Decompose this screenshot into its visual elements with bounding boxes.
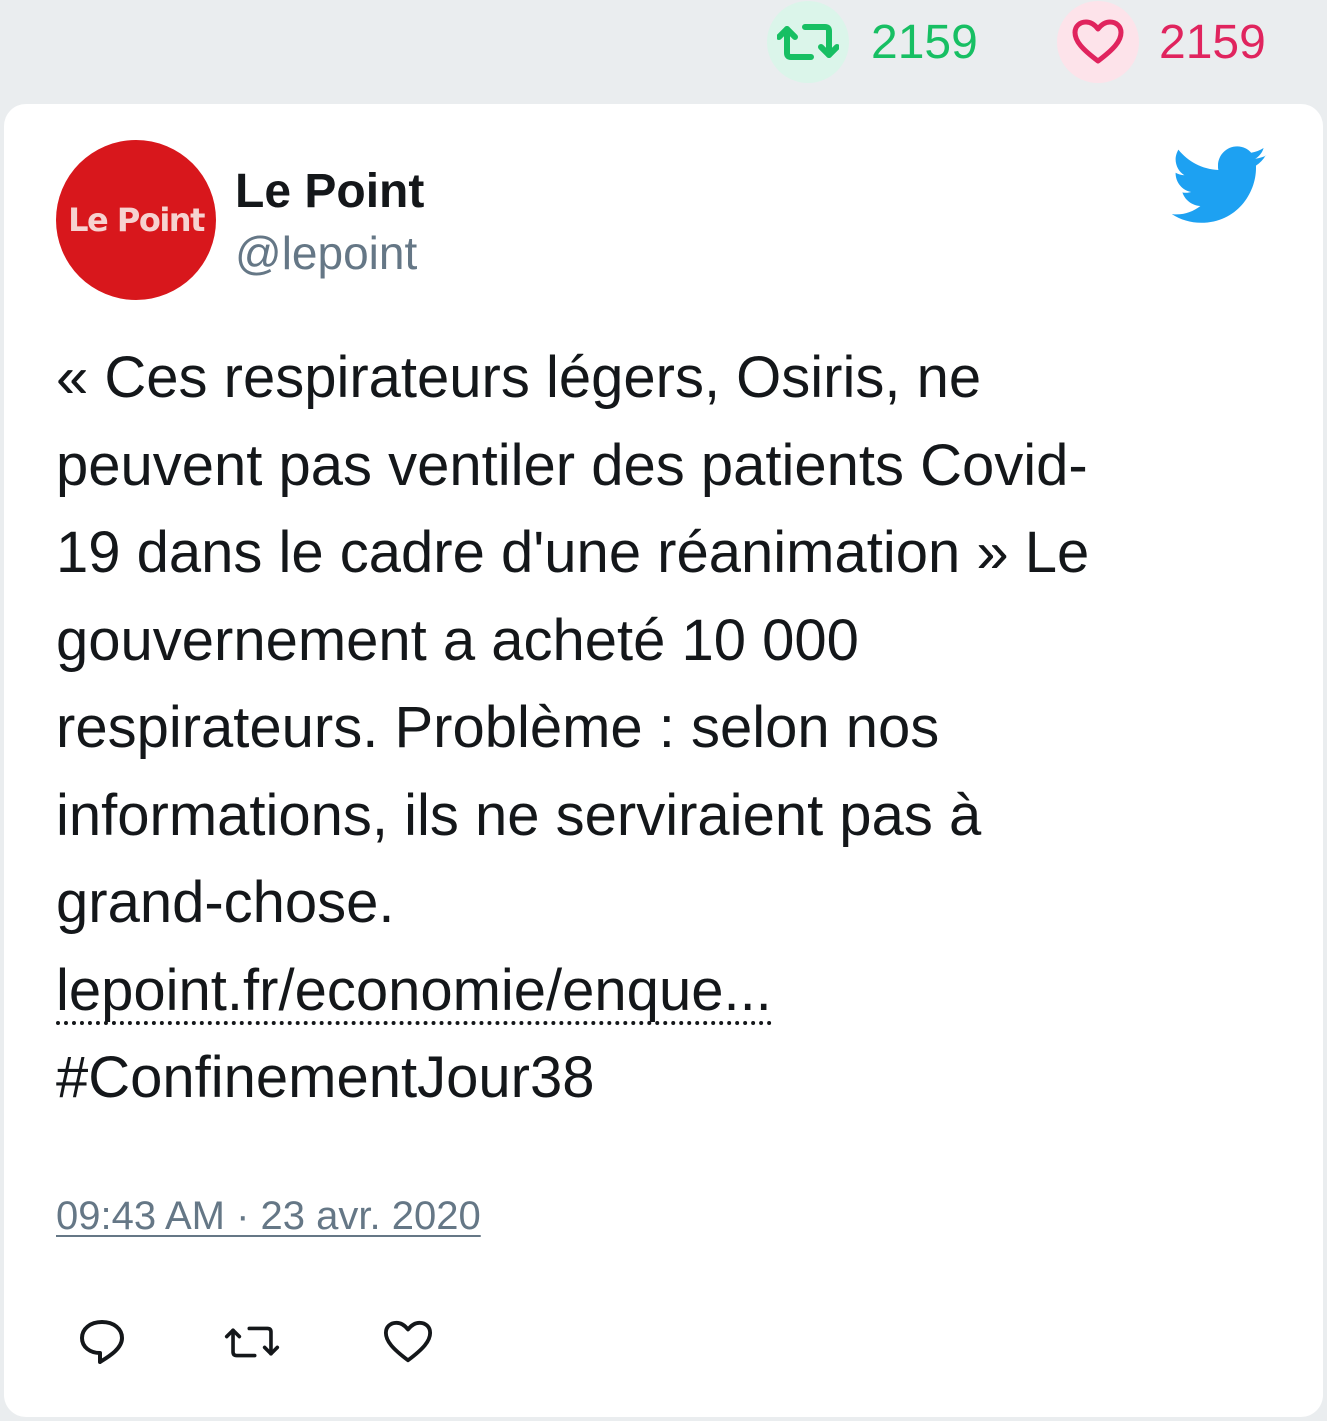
tweet-text-line: gouvernement a acheté 10 000 (56, 607, 859, 673)
avatar-logo-text: Le Point (68, 201, 205, 239)
heart-icon[interactable] (380, 1314, 436, 1370)
tweet-text-line: respirateurs. Problème : selon nos (56, 695, 940, 760)
like-stat[interactable]: 2159 (1057, 0, 1266, 84)
tweet-timestamp[interactable]: 09:43 AM · 23 avr. 2020 (56, 1194, 481, 1239)
retweet-icon[interactable] (224, 1314, 280, 1370)
retweet-count: 2159 (871, 15, 978, 69)
article-link[interactable]: lepoint.fr/economie/enque... (56, 960, 772, 1025)
heart-icon[interactable] (1057, 1, 1139, 83)
retweet-icon[interactable] (767, 1, 849, 83)
user-handle[interactable]: @lepoint (235, 226, 417, 280)
tweet-text-line: 19 dans le cadre d'une réanimation » Le (56, 520, 1090, 585)
like-count: 2159 (1159, 15, 1266, 69)
display-name[interactable]: Le Point (235, 164, 424, 219)
tweet-body: « Ces respirateurs légers, Osiris, ne pe… (56, 334, 1276, 1122)
tweet-text-line: peuvent pas ventiler des patients Covid- (56, 432, 1088, 498)
avatar[interactable]: Le Point (56, 140, 216, 300)
twitter-bird-icon[interactable] (1171, 146, 1268, 226)
tweet-text-line: grand-chose. (56, 870, 395, 935)
tweet-hashtag-line: #ConfinementJour38 (56, 1034, 1276, 1122)
hashtag-link[interactable]: #ConfinementJour38 (56, 1045, 594, 1110)
tweet-card[interactable]: Le Point Le Point @lepoint « Ces respira… (4, 104, 1323, 1417)
tweet-text-line: informations, ils ne serviraient pas à (56, 782, 982, 848)
retweet-stat[interactable]: 2159 (767, 0, 978, 84)
tweet-text-line: « Ces respirateurs légers, Osiris, ne (56, 345, 982, 410)
engagement-stats-bar: 2159 2159 (0, 0, 1327, 100)
tweet-link-line: lepoint.fr/economie/enque... (56, 947, 1276, 1035)
reply-icon[interactable] (74, 1314, 130, 1370)
